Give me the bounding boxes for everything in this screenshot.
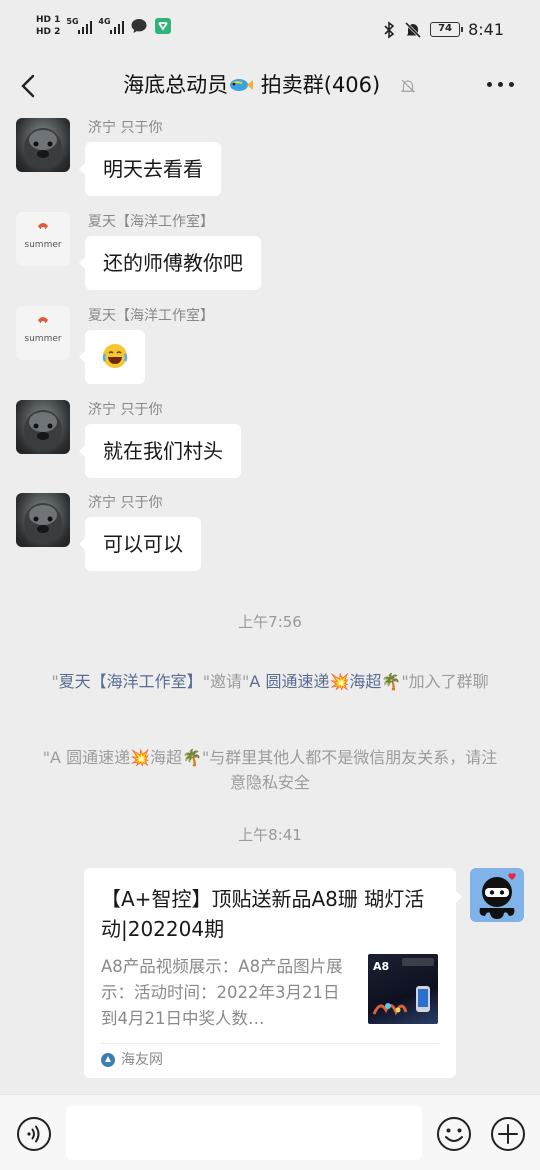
ninja-avatar-icon [479, 873, 516, 919]
timestamp: 上午7:56 [238, 613, 302, 631]
avatar[interactable] [16, 118, 70, 172]
voice-input-icon[interactable] [16, 1116, 52, 1152]
bluetooth-icon [384, 20, 395, 39]
chat-title-part1: 海底总动员 [123, 73, 229, 97]
svg-text:summer: summer [24, 334, 61, 344]
link-card-source-name: 海友网 [121, 1052, 163, 1068]
message-bubble[interactable]: 还的师傅教你吧 [79, 236, 261, 290]
inviter-link[interactable]: 夏天【海洋工作室】 [59, 672, 203, 691]
sender-name: 济宁 只于你 [88, 495, 163, 511]
chat-title: 海底总动员 拍卖群(406) [0, 70, 540, 100]
mute-bell-icon [405, 21, 422, 38]
signal-4g-icon: 4G [98, 17, 125, 34]
self-avatar[interactable] [470, 868, 524, 922]
shield-app-icon [155, 18, 172, 34]
fish-emoji-icon [230, 79, 254, 91]
hd-indicator: HD 1 HD 2 [36, 14, 60, 38]
avatar[interactable] [16, 493, 70, 547]
status-left: HD 1 HD 2 5G 4G [36, 14, 172, 38]
clock: 8:41 [468, 20, 504, 39]
svg-text:summer: summer [24, 240, 61, 250]
hd2-label: HD 2 [36, 27, 61, 37]
input-bar [0, 1094, 540, 1170]
source-logo-icon [101, 1053, 115, 1067]
sender-name: 夏天【海洋工作室】 [88, 308, 214, 324]
emoji-button-icon[interactable] [436, 1116, 472, 1152]
avatar[interactable]: summer [16, 306, 70, 360]
avatar[interactable] [16, 400, 70, 454]
link-card[interactable]: 【A+智控】顶贴送新品A8珊 瑚灯活动|202204期 A8产品视频展示：A8产… [84, 868, 462, 1078]
signal-5g-icon: 5G [66, 17, 93, 34]
coral-tank-image-icon [372, 958, 434, 1016]
laugh-tears-emoji-icon [102, 344, 128, 368]
muted-bell-icon [400, 79, 416, 93]
chat-header: 海底总动员 拍卖群(406) [0, 58, 540, 114]
hd1-label: HD 1 [36, 15, 61, 25]
sender-name: 济宁 只于你 [88, 120, 163, 136]
status-bar: HD 1 HD 2 5G 4G 74 8:41 [0, 0, 540, 58]
dog-avatar-icon [24, 128, 62, 168]
more-options-icon[interactable] [487, 82, 514, 87]
link-card-thumbnail: A8 [368, 954, 438, 1024]
battery-icon: 74 [430, 22, 464, 37]
dog-avatar-icon [24, 503, 62, 543]
link-card-title: 【A+智控】顶贴送新品A8珊 瑚灯活动|202204期 [101, 887, 425, 941]
status-right: 74 8:41 [382, 20, 504, 39]
message-bubble[interactable]: 明天去看看 [79, 142, 221, 196]
chat-title-part2: 拍卖群(406) [254, 73, 381, 97]
summer-logo-icon: summer [24, 223, 62, 250]
sender-name: 济宁 只于你 [88, 402, 163, 418]
message-bubble-emoji[interactable] [79, 330, 145, 384]
system-invite-message: "夏天【海洋工作室】"邀请"A 圆通速递💥海超🌴"加入了群聊 [51, 672, 489, 691]
timestamp: 上午8:41 [238, 826, 302, 844]
chat-bubble-icon [131, 19, 147, 33]
summer-logo-icon: summer [24, 317, 62, 344]
invitee-link[interactable]: A 圆通速递💥海超🌴 [249, 672, 401, 691]
sender-name: 夏天【海洋工作室】 [88, 214, 214, 230]
avatar[interactable]: summer [16, 212, 70, 266]
message-input[interactable] [66, 1106, 422, 1160]
more-functions-plus-icon[interactable] [490, 1116, 526, 1152]
link-card-divider [101, 1043, 439, 1044]
message-bubble[interactable]: 可以可以 [79, 517, 201, 571]
system-privacy-notice: "A 圆通速递💥海超🌴"与群里其他人都不是微信朋友关系，请注意隐私安全 [42, 748, 498, 792]
link-card-source: 海友网 [101, 1050, 163, 1070]
dog-avatar-icon [24, 410, 62, 450]
message-bubble[interactable]: 就在我们村头 [79, 424, 241, 478]
link-card-description: A8产品视频展示：A8产品图片展示：活动时间：2022年3月21日到4月21日中… [101, 957, 343, 1028]
